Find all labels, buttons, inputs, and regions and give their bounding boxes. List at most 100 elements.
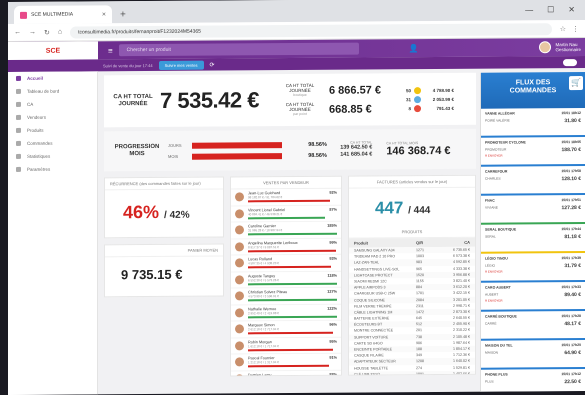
table-cell: APPLE AIRPODS 3 — [354, 285, 386, 290]
star-icon[interactable]: ☆ — [560, 25, 566, 33]
order-store: PHONE PLUS — [485, 372, 508, 377]
vendor-sub: 4 587.35 € / 4 938.23 € — [248, 261, 279, 266]
table-row[interactable]: Jean-Luc Guichard 92% 98 182.87 € / 91 784… — [231, 188, 341, 206]
table-row[interactable]: Caroline Garnier 185% 31 965.28 € / 18 987… — [231, 221, 341, 239]
pill-amount: 2 053.99 € — [432, 96, 454, 102]
table-row[interactable]: CLÉ USB 32GO 1091 1 402.66 € — [349, 370, 475, 376]
vendor-info: Damien Lamy88%912.18 € / 1 017.94 € — [248, 372, 337, 376]
table-row[interactable]: Damien Lamy88%912.18 € / 1 017.94 € — [231, 370, 341, 377]
vendor-pct: 92% — [329, 190, 337, 196]
users-icon[interactable]: 👤 — [409, 44, 419, 53]
vendor-info: Margaux Simon 96% 2 612.18 € / 2 717.94 € — [248, 323, 337, 335]
screen: SCE MULTIMEDIA × + — ☐ ✕ ← → ↻ ⌂ tconsul… — [8, 0, 585, 395]
cart-icon[interactable]: 🛒 — [569, 75, 583, 91]
browser-tab[interactable]: SCE MULTIMEDIA × — [14, 5, 112, 24]
orders-panel-title: FLUX DES COMMANDES 🛒 — [481, 71, 585, 109]
order-card[interactable]: PHONE PLUS 15/01 17h12 PLUS 22.50 € — [481, 368, 585, 395]
order-card[interactable]: CARREFOUR 15/01 17h58 CHARLES 128.10 € — [481, 165, 585, 196]
sidebar-item-2[interactable]: CA — [8, 97, 97, 111]
vendor-info: Nathalie Wernoo 122% 2 952.40 € / 2 419.88… — [248, 306, 337, 319]
vendor-sub: 98 182.87 € / 91 784.62 € — [248, 195, 283, 200]
order-card[interactable]: LÉGIO TINOU 15/01 17h39 LÉGIO 31.79 € À ENVO… — [481, 252, 585, 283]
minimize-icon[interactable]: — — [525, 5, 533, 14]
vendor-name-line: Damien Lamy 88% — [248, 372, 337, 376]
table-row[interactable]: Auguste Tanguy 118% 6 552.38 € / 5 573.26 … — [231, 271, 341, 289]
app-logo[interactable]: SCE — [8, 41, 98, 61]
table-cell: 6 735.65 € — [453, 247, 470, 252]
sidebar-item-icon — [16, 75, 21, 81]
vendor-progress-bar — [248, 266, 331, 269]
order-card[interactable]: PROMOTEUR CYCLONE 15/01 18h05 PROMOTEUR 188… — [481, 136, 585, 167]
sidebar-item-0[interactable]: Accueil — [8, 71, 97, 85]
sidebar-item-6[interactable]: Statistiques — [8, 149, 97, 163]
order-top: FNAC 15/01 17h51 — [485, 198, 581, 203]
order-card[interactable]: CARRÉ BOUTIQUE 15/01 17h28 CARRÉ 48.17 € — [481, 310, 585, 341]
sidebar-item-1[interactable]: Tableau de bord — [8, 84, 97, 98]
forward-icon[interactable]: → — [29, 29, 36, 36]
order-card[interactable]: SERAL BOUTIQUE 15/01 17h44 SERAL 81.18 € — [481, 223, 585, 254]
vendor-progress-bar — [248, 365, 329, 368]
table-cell: 1 402.66 € — [453, 371, 470, 376]
url-field[interactable]: tconsultimedia.fr/produits/fernanproit/F… — [70, 22, 552, 39]
order-top: CARO AUBERT 15/01 17h33 — [485, 285, 581, 290]
close-tab-icon[interactable]: × — [102, 11, 106, 18]
table-cell: 3 612.20 € — [453, 284, 470, 290]
vendor-progress-bar — [248, 331, 334, 335]
sidebar-item-4[interactable]: Produits — [8, 123, 97, 137]
table-cell: 965 — [416, 266, 422, 271]
order-card[interactable]: FNAC 15/01 17h51 VIVIANE 127.28 € — [481, 194, 585, 225]
table-row[interactable]: Vincent Lionel Gabriel 87% 40 884.41 € / 4… — [231, 205, 341, 223]
table-row[interactable]: Robin Morgan 95% 1 612.18 € / 1 717.94 € — [231, 337, 341, 355]
table-row[interactable]: Lucas Rolland 93% 4 587.35 € / 4 938.23 € — [231, 254, 341, 272]
recurrence-card: RÉCURRENCE (des commandes faites sur le … — [104, 176, 224, 239]
table-row[interactable]: Margaux Simon 96% 2 612.18 € / 2 717.94 € — [231, 320, 341, 338]
order-card[interactable]: VANNE ALLÉGAR 15/01 18h12 POIRÉ VALÉRIE 31.… — [481, 107, 585, 138]
order-store: CARREFOUR — [485, 169, 508, 174]
order-status: À ENVOYER — [485, 153, 503, 158]
vendor-info: Jean-Luc Guichard 92% 98 182.87 € / 91 784… — [248, 191, 337, 203]
order-amount: 64.90 € — [564, 350, 581, 357]
order-card[interactable]: CARO AUBERT 15/01 17h33 AUBERT 89.40 € À ENV… — [481, 281, 585, 312]
refresh-icon[interactable]: ⟳ — [210, 61, 215, 68]
table-cell: 2 998.71 € — [453, 303, 470, 308]
table-row[interactable]: Pascal Fournier 91% 1 212.18 € / 1 317.94 … — [231, 353, 341, 371]
vendeurs-card: VENTES PAR VENDEUR Jean-Luc Guichard 92% 9… — [230, 175, 342, 377]
order-top: CARREFOUR 15/01 17h58 — [485, 169, 581, 174]
table-row[interactable]: Christian Solvez Piteau 127% 4 573.90 € / … — [231, 287, 341, 305]
sidebar-item-3[interactable]: Vendeurs — [8, 110, 97, 124]
back-icon[interactable]: ← — [14, 29, 21, 36]
order-card[interactable]: MAISON DU TEL 15/01 17h20 MAISON 64.90 € — [481, 339, 585, 370]
home-icon[interactable]: ⌂ — [58, 29, 62, 36]
follow-sales-button[interactable]: Suivre mes ventes — [158, 60, 204, 70]
hamburger-icon[interactable]: ≡ — [108, 46, 113, 55]
table-cell: 2 455.90 € — [453, 322, 470, 327]
user-menu[interactable]: Martin Nau Gestionnaire — [539, 41, 585, 54]
maximize-icon[interactable]: ☐ — [547, 5, 554, 14]
order-bottom: CHARLES 128.10 € — [485, 176, 581, 183]
new-tab-icon[interactable]: + — [120, 9, 126, 20]
order-date: 15/01 17h44 — [561, 227, 581, 232]
sidebar-item-5[interactable]: Commandes — [8, 136, 97, 150]
sidebar-item-7[interactable]: Paramètres — [8, 162, 97, 176]
user-info: Martin Nau Gestionnaire — [555, 42, 581, 52]
journee-label: CA HT TOTAL JOURNÉE boutique — [285, 82, 315, 98]
order-bottom: VIVIANE 127.28 € — [485, 205, 581, 212]
vendor-pct: 88% — [329, 372, 337, 377]
avatar — [235, 275, 244, 285]
user-role: Gestionnaire — [555, 47, 581, 53]
reload-icon[interactable]: ↻ — [44, 28, 50, 36]
window-controls: — ☐ ✕ — [525, 5, 585, 20]
table-cell: ENCEINTE PORTABLE — [354, 347, 393, 352]
panier-header: PANIER MOYEN — [105, 244, 223, 258]
vendor-sub: 2 612.18 € / 2 717.94 € — [248, 327, 279, 332]
order-date: 15/01 17h39 — [561, 256, 581, 261]
table-row[interactable]: Nathalie Wernoo 122% 2 952.40 € / 2 419.88… — [231, 304, 341, 322]
auto-toggle[interactable] — [563, 58, 577, 66]
table-row[interactable]: Angelina Marguerite Leriboux 99% 8 917.37 … — [231, 238, 341, 256]
menu-icon[interactable]: ⋮ — [572, 25, 579, 33]
search-input[interactable]: Chercher un produit — [118, 42, 359, 57]
table-cell: 3 201.05 € — [453, 297, 470, 302]
table-cell: 3 821.40 € — [453, 278, 470, 283]
close-window-icon[interactable]: ✕ — [568, 5, 575, 14]
vendor-info: Angelina Marguerite Leriboux 99% 8 917.37 … — [248, 240, 337, 253]
